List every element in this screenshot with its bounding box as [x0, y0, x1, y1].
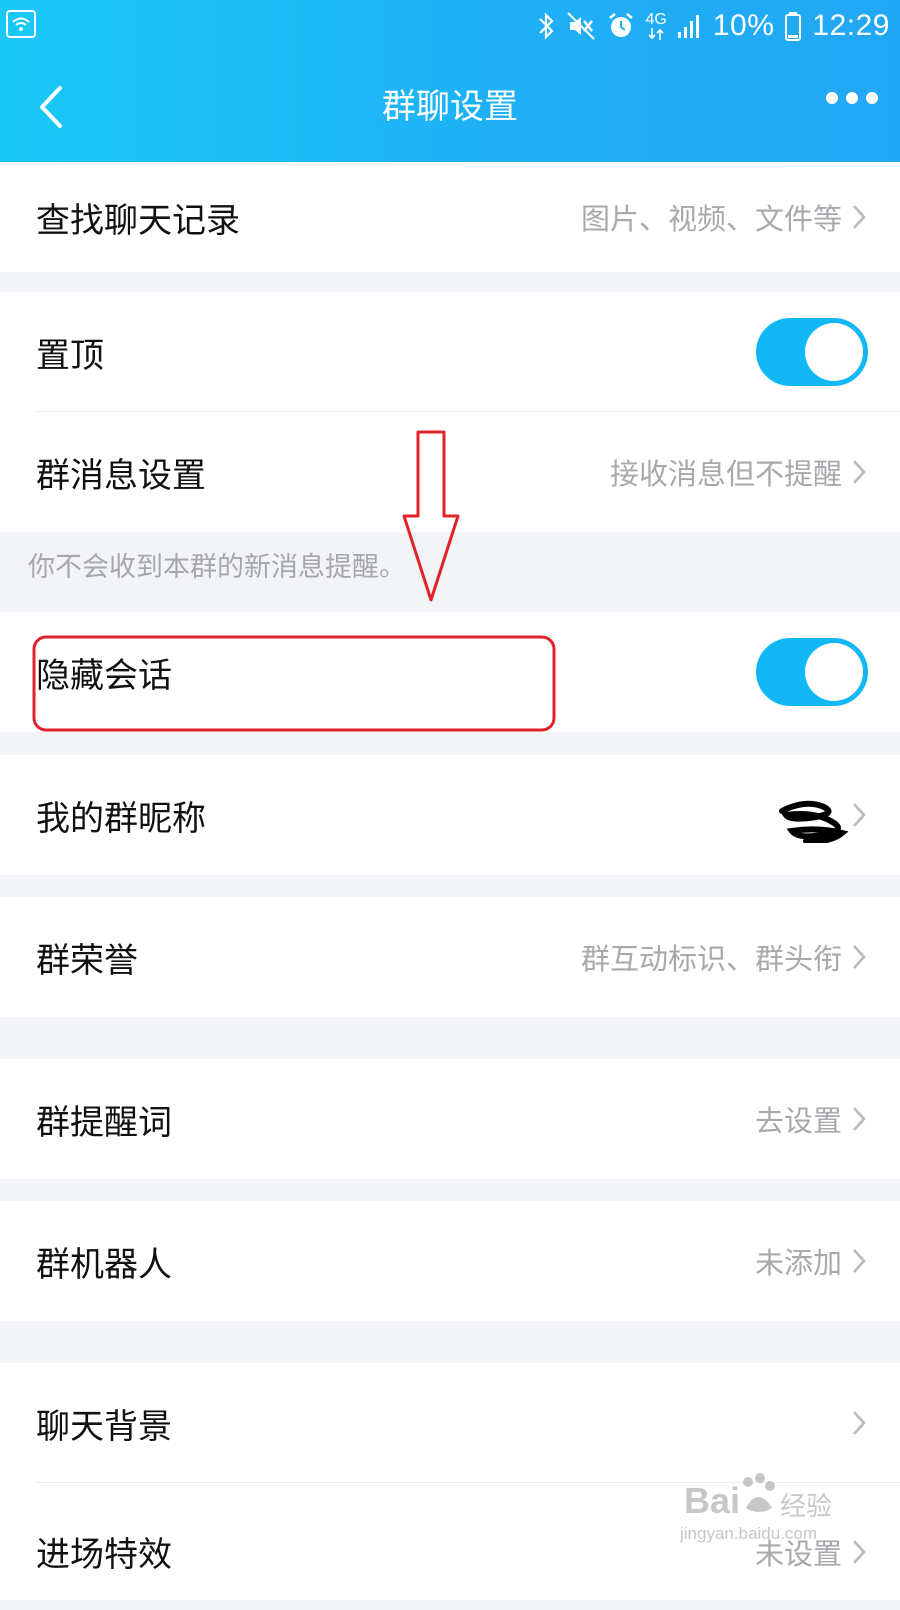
hide-chat-toggle[interactable]	[756, 638, 868, 706]
battery-percent: 10%	[712, 9, 775, 42]
honor-label: 群荣誉	[36, 940, 138, 981]
paw-icon	[743, 1473, 775, 1512]
clock: 12:29	[812, 9, 890, 42]
watermark-cn: 经验	[780, 1492, 833, 1522]
message-settings-label: 群消息设置	[36, 455, 206, 496]
honor-value: 群互动标识、群头衔	[580, 942, 842, 976]
pin-top-toggle[interactable]	[756, 318, 868, 386]
robot-value: 未添加	[754, 1246, 842, 1280]
chevron-right-icon	[853, 945, 866, 969]
robot-row[interactable]: 群机器人 未添加	[0, 1201, 900, 1321]
search-history-value: 图片、视频、文件等	[580, 202, 842, 236]
reminder-words-value: 去设置	[754, 1104, 842, 1138]
mute-icon	[566, 11, 596, 41]
message-settings-row[interactable]: 群消息设置 接收消息但不提醒	[0, 412, 900, 532]
page-title: 群聊设置	[382, 87, 518, 127]
chevron-right-icon	[853, 460, 866, 484]
message-settings-value: 接收消息但不提醒	[609, 457, 842, 491]
honor-row[interactable]: 群荣誉 群互动标识、群头衔	[0, 897, 900, 1017]
alarm-icon	[606, 11, 636, 41]
search-history-label: 查找聊天记录	[36, 200, 240, 241]
watermark-url: jingyan.baidu.com	[680, 1524, 818, 1543]
pin-top-label: 置顶	[36, 335, 104, 376]
pin-top-row: 置顶	[0, 292, 900, 412]
reminder-words-label: 群提醒词	[36, 1102, 172, 1143]
nickname-row[interactable]: 我的群昵称	[0, 755, 900, 875]
message-settings-hint: 你不会收到本群的新消息提醒。	[28, 552, 406, 583]
chevron-right-icon	[853, 803, 866, 827]
baidu-watermark: Bai 经验 jingyan.baidu.com	[676, 1462, 846, 1552]
more-dots-icon[interactable]	[826, 92, 878, 104]
search-history-row[interactable]: 查找聊天记录 图片、视频、文件等	[0, 162, 900, 272]
battery-icon	[784, 11, 802, 41]
signal-icon	[677, 12, 703, 40]
nickname-label: 我的群昵称	[36, 798, 206, 839]
chevron-right-icon	[853, 1411, 866, 1435]
reminder-words-row[interactable]: 群提醒词 去设置	[0, 1059, 900, 1179]
status-bar: 4G 10% 12:29	[0, 0, 900, 52]
redacted-scribble	[779, 800, 848, 843]
wifi-icon	[6, 10, 36, 42]
network-4g-icon: 4G	[646, 12, 667, 40]
robot-label: 群机器人	[36, 1244, 172, 1285]
entrance-effect-label: 进场特效	[36, 1535, 172, 1575]
chevron-right-icon	[853, 1249, 866, 1273]
hide-chat-row: 隐藏会话	[0, 612, 900, 732]
background-label: 聊天背景	[36, 1406, 172, 1447]
chevron-right-icon	[853, 1107, 866, 1131]
chevron-right-icon	[853, 1539, 866, 1564]
chevron-right-icon	[853, 205, 866, 229]
watermark-brand: Bai	[684, 1480, 741, 1521]
hide-chat-label: 隐藏会话	[36, 655, 172, 696]
bluetooth-icon	[536, 11, 556, 41]
